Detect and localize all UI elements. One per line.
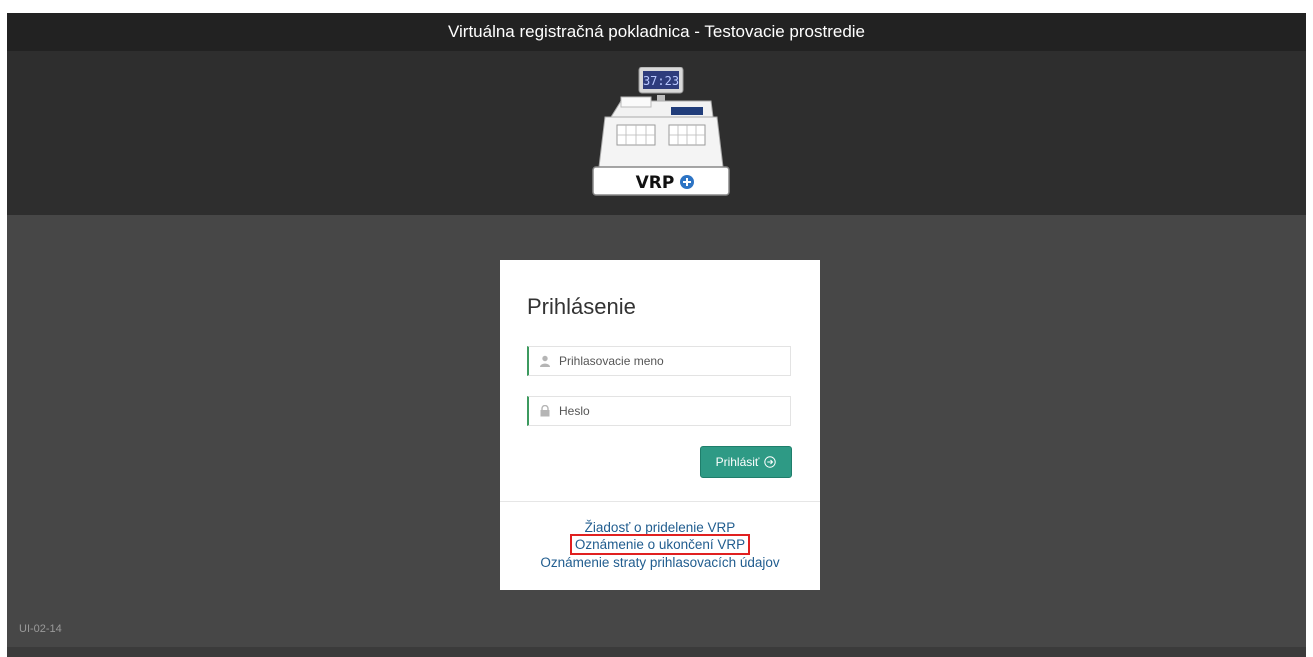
password-input[interactable]	[559, 404, 769, 418]
user-icon	[540, 355, 550, 367]
card-divider	[500, 501, 820, 502]
login-button-label: Prihlásiť	[715, 455, 760, 469]
register-display-time: 37:23	[643, 74, 679, 88]
app-frame: Virtuálna registračná pokladnica - Testo…	[7, 13, 1306, 657]
help-links: Žiadosť o pridelenie VRP Oznámenie o uko…	[500, 519, 820, 571]
lock-icon	[540, 405, 550, 417]
register-brand-label: VRP	[636, 173, 675, 193]
cash-register-logo: 37:23 VRP	[592, 67, 730, 196]
bottom-bar	[7, 647, 1306, 657]
arrow-circle-right-icon	[764, 456, 777, 468]
login-heading: Prihlásenie	[527, 294, 636, 319]
window-title: Virtuálna registračná pokladnica - Testo…	[7, 13, 1306, 51]
version-label: UI-02-14	[19, 623, 62, 635]
termination-vrp-link[interactable]: Oznámenie o ukončení VRP	[569, 534, 751, 555]
login-card: Prihlásenie Prihlásiť	[500, 260, 820, 590]
request-vrp-link[interactable]: Žiadosť o pridelenie VRP	[500, 519, 820, 536]
username-input[interactable]	[559, 354, 769, 368]
username-field[interactable]	[527, 346, 791, 376]
password-field[interactable]	[527, 396, 791, 426]
main-content: Prihlásenie Prihlásiť	[7, 215, 1306, 647]
lost-credentials-link[interactable]: Oznámenie straty prihlasovacích údajov	[500, 554, 820, 571]
login-button[interactable]: Prihlásiť	[700, 446, 792, 478]
header-banner: 37:23 VRP	[7, 51, 1306, 215]
